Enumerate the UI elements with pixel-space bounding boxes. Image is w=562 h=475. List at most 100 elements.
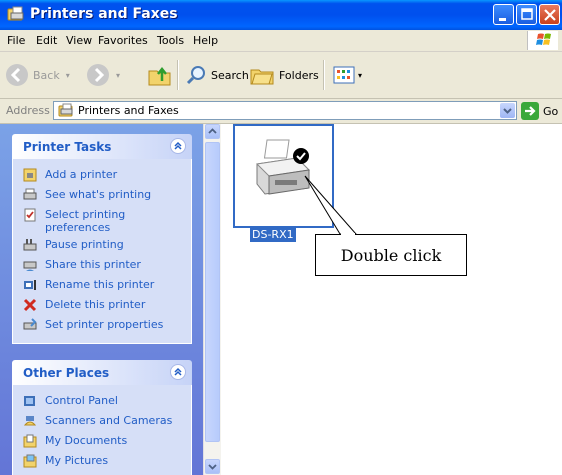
place-my-pictures[interactable]: My Pictures [13, 453, 191, 473]
other-places-list: Control Panel Scanners and Cameras My Do… [12, 385, 192, 475]
task-label: Delete this printer [45, 298, 146, 311]
documents-folder-icon [23, 434, 37, 448]
task-printer-properties[interactable]: Set printer properties [13, 317, 191, 337]
task-label: Pause printing [45, 238, 124, 251]
back-dropdown-icon[interactable]: ▾ [66, 71, 70, 80]
title-bar[interactable]: Printers and Faxes [0, 0, 562, 30]
address-bar: Address Printers and Faxes Go [0, 99, 562, 124]
other-places-title: Other Places [23, 366, 110, 380]
menu-favorites[interactable]: Favorites [98, 34, 148, 47]
place-label: Scanners and Cameras [45, 414, 173, 427]
forward-button[interactable]: ▾ [86, 60, 120, 90]
task-add-printer[interactable]: Add a printer [13, 167, 191, 187]
folders-label: Folders [279, 68, 319, 82]
collapse-button[interactable] [170, 138, 186, 154]
menu-edit[interactable]: Edit [36, 34, 57, 47]
back-label: Back [33, 68, 60, 82]
menu-file[interactable]: File [7, 34, 25, 47]
search-icon [186, 66, 205, 85]
menu-tools[interactable]: Tools [157, 34, 184, 47]
toolbar-separator [177, 60, 179, 90]
printers-folder-icon [7, 6, 24, 21]
rename-icon [24, 280, 36, 290]
toolbar-separator [323, 60, 325, 90]
scroll-down-button[interactable] [205, 459, 220, 474]
up-folder-button[interactable] [147, 60, 173, 90]
pause-printer-icon [23, 239, 37, 251]
go-label: Go [543, 104, 559, 118]
printer-tasks-title: Printer Tasks [23, 140, 112, 154]
address-dropdown-button[interactable] [500, 103, 515, 118]
views-button[interactable]: ▾ [333, 60, 362, 90]
task-pane-scrollbar[interactable] [203, 124, 221, 475]
task-share-printer[interactable]: Share this printer [13, 257, 191, 277]
windows-logo-icon [527, 31, 558, 50]
maximize-button[interactable] [516, 4, 537, 25]
properties-icon [23, 318, 37, 330]
printer-tasks-list: Add a printer See what's printing Select… [12, 159, 192, 344]
search-label: Search [211, 68, 249, 82]
standard-toolbar: Back ▾ ▾ Search Folders ▾ [0, 52, 562, 99]
forward-dropdown-icon[interactable]: ▾ [116, 71, 120, 80]
minimize-icon [499, 18, 506, 21]
task-select-preferences[interactable]: Select printing preferences [13, 207, 191, 237]
printer-tasks-panel: Printer Tasks Add a printer See what's p… [12, 134, 192, 344]
add-printer-icon [23, 168, 37, 182]
task-label: Select printing preferences [45, 208, 126, 234]
address-field[interactable]: Printers and Faxes [53, 101, 517, 120]
chevron-down-icon [503, 108, 512, 114]
menu-bar: File Edit View Favorites Tools Help [0, 30, 562, 52]
printer-item[interactable] [233, 124, 334, 228]
maximize-icon [521, 8, 533, 20]
place-control-panel[interactable]: Control Panel [13, 393, 191, 413]
window-title: Printers and Faxes [30, 6, 178, 22]
printer-name-label[interactable]: DS-RX1 [250, 228, 296, 242]
print-queue-icon [23, 188, 37, 200]
callout-text: Double click [340, 245, 442, 265]
go-button[interactable]: Go [521, 102, 558, 120]
place-label: Control Panel [45, 394, 118, 407]
task-label: Rename this printer [45, 278, 155, 291]
control-panel-icon [24, 396, 35, 406]
close-button[interactable] [539, 4, 560, 25]
share-printer-icon [23, 261, 37, 271]
address-value: Printers and Faxes [78, 104, 179, 117]
views-dropdown-icon[interactable]: ▾ [358, 71, 362, 80]
explorer-window: Printers and Faxes File Edit View Favori… [0, 0, 562, 475]
menu-help[interactable]: Help [193, 34, 218, 47]
printers-folder-icon [58, 103, 73, 117]
menu-view[interactable]: View [66, 34, 92, 47]
task-pause-printing[interactable]: Pause printing [13, 237, 191, 257]
place-label: My Documents [45, 434, 128, 447]
views-icon [333, 66, 355, 84]
task-label: Share this printer [45, 258, 141, 271]
collapse-button[interactable] [170, 364, 186, 380]
place-label: My Pictures [45, 454, 109, 467]
task-delete-printer[interactable]: Delete this printer [13, 297, 191, 317]
search-button[interactable]: Search [185, 60, 249, 90]
task-rename-printer[interactable]: Rename this printer [13, 277, 191, 297]
place-my-documents[interactable]: My Documents [13, 433, 191, 453]
back-button[interactable]: Back ▾ [5, 60, 70, 90]
folders-button[interactable]: Folders [249, 60, 319, 90]
minimize-button[interactable] [493, 4, 514, 25]
preferences-icon [24, 208, 36, 222]
scroll-thumb[interactable] [205, 142, 220, 442]
delete-icon [23, 298, 37, 312]
scroll-up-button[interactable] [205, 124, 220, 139]
task-pane: Printer Tasks Add a printer See what's p… [0, 124, 203, 475]
other-places-panel: Other Places Control Panel Scanners and … [12, 360, 192, 475]
other-places-header[interactable]: Other Places [12, 360, 192, 385]
close-icon [544, 9, 556, 21]
chevron-up-icon [208, 128, 217, 134]
place-scanners-cameras[interactable]: Scanners and Cameras [13, 413, 191, 433]
go-arrow-icon [521, 102, 539, 120]
printer-default-icon [255, 139, 311, 195]
forward-arrow-icon [87, 64, 109, 86]
task-see-printing[interactable]: See what's printing [13, 187, 191, 207]
double-click-callout: Double click [315, 234, 467, 276]
task-label: Set printer properties [45, 318, 164, 331]
address-label: Address [6, 104, 50, 117]
printer-tasks-header[interactable]: Printer Tasks [12, 134, 192, 159]
task-label: Add a printer [45, 168, 118, 181]
